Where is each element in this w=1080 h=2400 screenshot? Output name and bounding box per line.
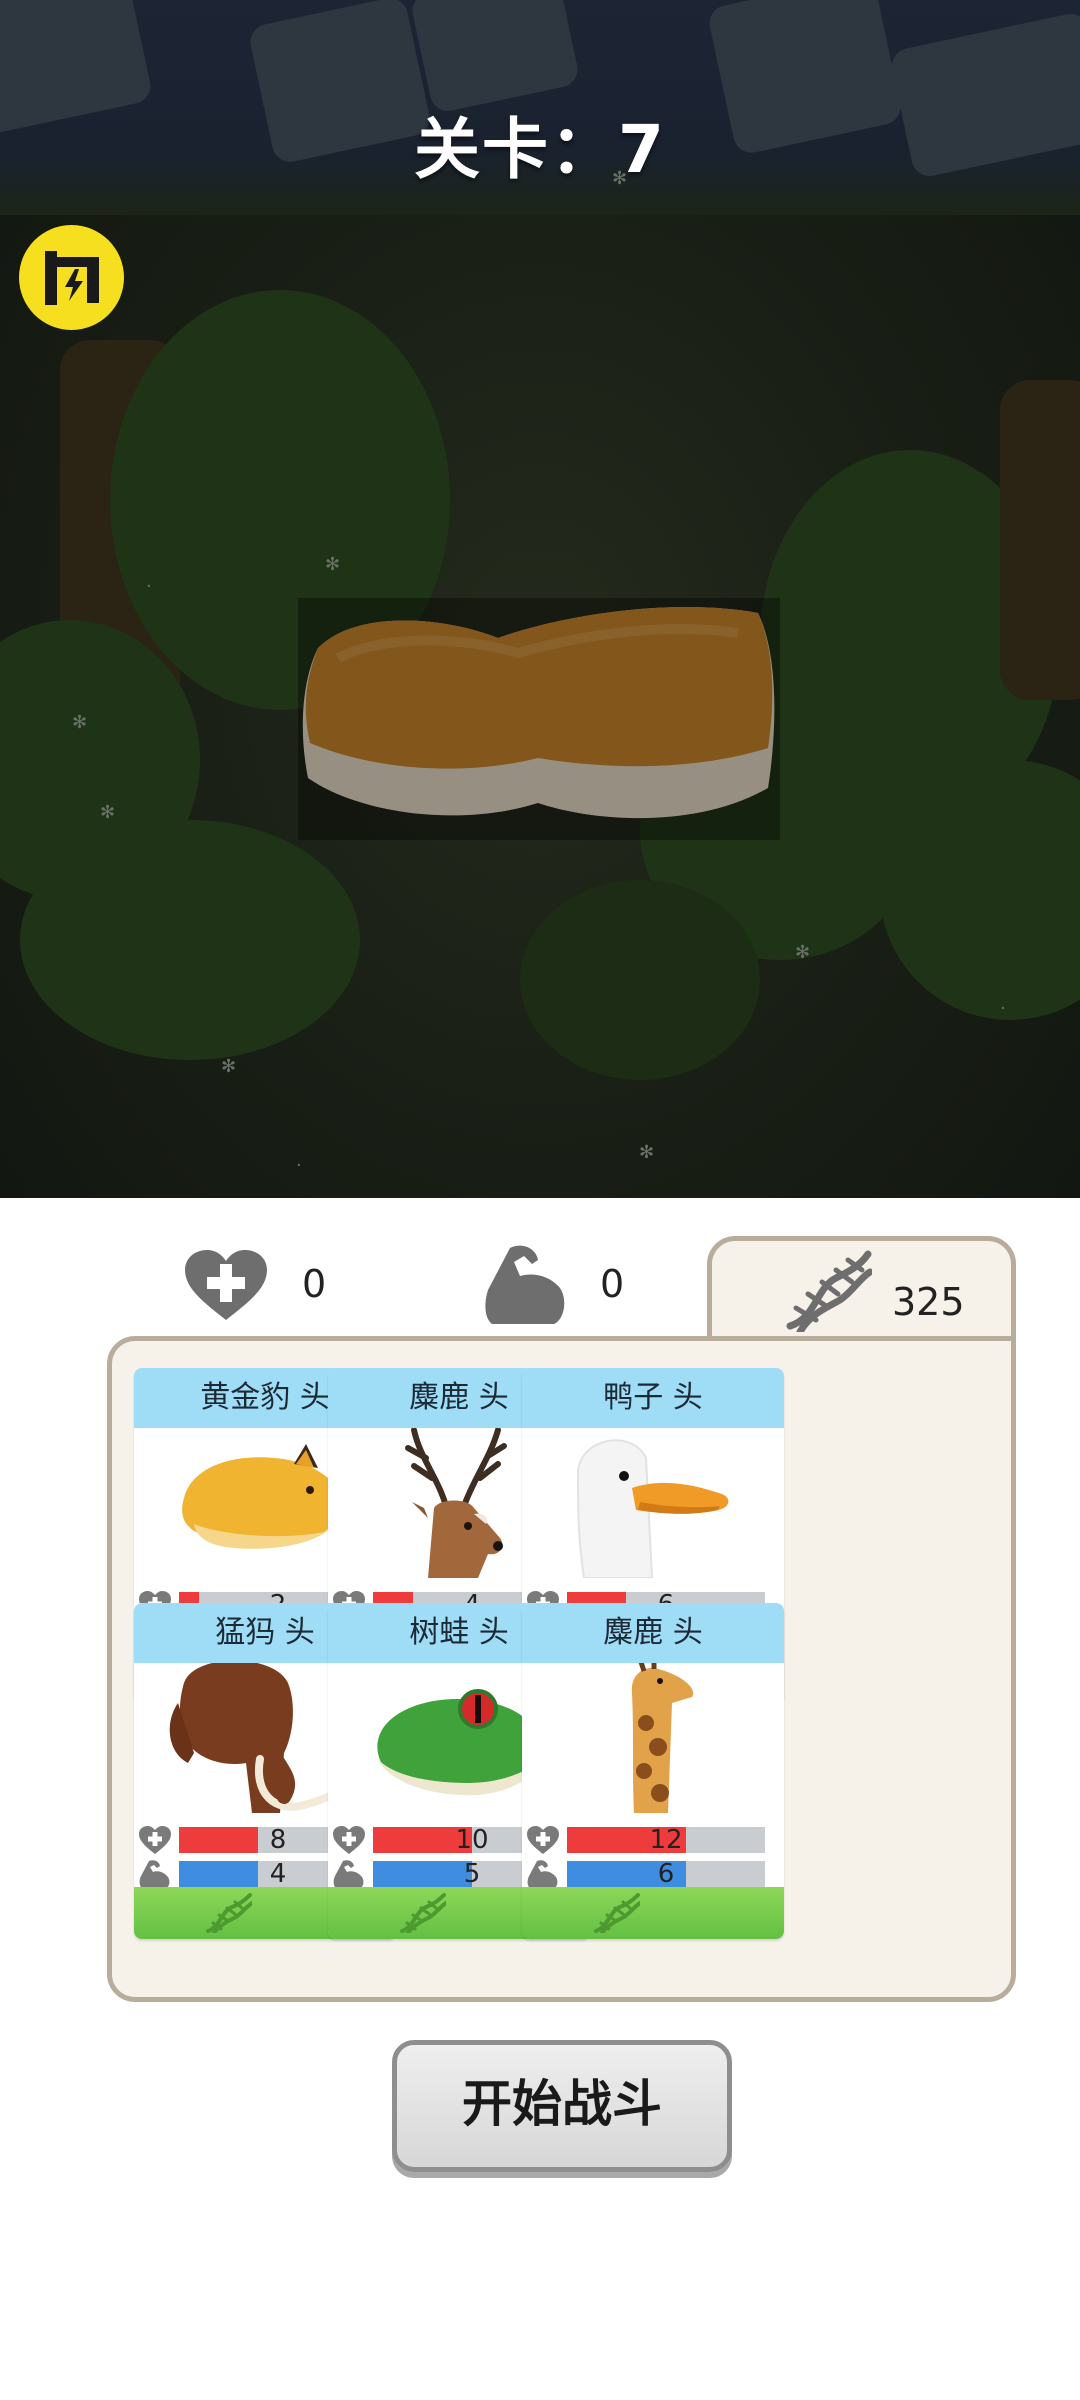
snowflake-icon: · (1000, 998, 1006, 1019)
strength-value: 6 (657, 1859, 675, 1889)
dna-icon (400, 1893, 446, 1933)
dna-icon (206, 1893, 252, 1933)
tree-trunk (1000, 380, 1080, 700)
start-battle-button[interactable]: 开始战斗 (392, 2040, 732, 2172)
game-scene: ✻ ✻ · ✻ ✻ ✻ ✻ ✻ · · 关卡：7 (0, 0, 1080, 1198)
snowflake-icon: · (296, 1155, 302, 1176)
heart-plus-icon (333, 1826, 365, 1854)
health-total: 0 (302, 1262, 327, 1306)
cost-strip[interactable] (522, 1887, 784, 1939)
snowflake-icon: ✻ (325, 554, 341, 575)
animal-card[interactable]: 麋鹿 头 12 6 (522, 1603, 784, 1939)
snowflake-icon: ✻ (795, 942, 811, 963)
snowflake-icon: ✻ (100, 802, 116, 823)
health-value: 12 (649, 1825, 683, 1855)
dna-icon (594, 1893, 640, 1933)
tree-shape (20, 820, 360, 1060)
heart-plus-icon (185, 1250, 267, 1320)
card-title: 鸭子 头 (522, 1368, 784, 1428)
card-title: 麋鹿 头 (522, 1603, 784, 1663)
flexed-arm-icon (139, 1860, 170, 1888)
heart-plus-icon (139, 1826, 171, 1854)
heart-plus-icon (527, 1826, 559, 1854)
strength-row: 6 (522, 1859, 784, 1889)
dna-total: 325 (892, 1280, 965, 1324)
dna-icon (786, 1250, 872, 1332)
flexed-arm-icon (527, 1860, 558, 1888)
snowflake-icon: · (146, 576, 152, 597)
health-row: 12 (522, 1825, 784, 1855)
snowflake-icon: ✻ (221, 1056, 237, 1077)
card-scroll-area[interactable]: 黄金豹 头 2 1 25 (112, 1341, 1011, 1989)
duck-head-image (522, 1428, 784, 1579)
flexed-arm-icon (333, 1860, 364, 1888)
game-screen: ✻ ✻ · ✻ ✻ ✻ ✻ ✻ · · 关卡：7 0 0 325 黄金豹 头 麋… (0, 0, 1080, 2400)
giraffe-head-image (522, 1657, 784, 1813)
strength-total: 0 (600, 1262, 625, 1306)
meat-piece (298, 598, 780, 840)
card-panel[interactable]: 黄金豹 头 2 1 25 (107, 1336, 1016, 2002)
flash-button[interactable] (19, 225, 124, 330)
flash-icon (44, 250, 99, 305)
flexed-arm-icon (485, 1245, 565, 1324)
snowflake-icon: ✻ (72, 712, 88, 733)
snowflake-icon: ✻ (639, 1142, 655, 1163)
tree-shape (520, 880, 760, 1080)
level-title: 关卡：7 (414, 111, 666, 188)
